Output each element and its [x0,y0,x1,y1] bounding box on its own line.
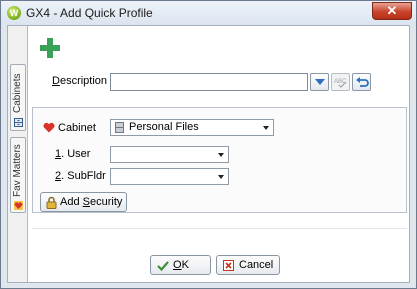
user-select[interactable] [110,146,229,163]
side-tab-strip: Cabinets Fav Matters [8,26,28,282]
ok-button[interactable]: OK [150,255,211,275]
chevron-down-icon[interactable] [215,170,227,183]
svg-text:ABC: ABC [334,79,347,85]
tab-fav-matters-label: Fav Matters [12,144,23,198]
subfldr-label: 2. SubFldr [55,170,106,182]
app-logo-icon: W [7,6,21,20]
user-label: 1. User [55,148,91,160]
cabinet-label: Cabinet [58,122,96,134]
heart-icon [14,201,23,210]
dialog-body: Cabinets Fav Matters Description ABC Cab… [7,25,410,283]
cabinet-icon [115,122,124,133]
add-security-button[interactable]: Add Security [40,192,127,212]
title-bar[interactable]: W GX4 - Add Quick Profile ✕ [1,1,416,25]
description-input[interactable] [110,73,308,91]
cabinet-select[interactable]: Personal Files [110,119,274,136]
description-label: Description [52,75,108,87]
add-security-label: Add Security [60,196,123,208]
cabinet-selected-value: Personal Files [129,121,199,133]
cancel-label: Cancel [239,259,274,271]
undo-button[interactable] [352,73,371,91]
chevron-down-icon[interactable] [260,121,272,134]
spell-check-icon: ABC [334,79,347,88]
cancel-icon [223,260,234,271]
tab-cabinets-label: Cabinets [12,73,23,113]
lock-icon [46,196,57,209]
divider [32,228,407,229]
cabinet-icon [14,118,23,127]
dialog-window: W GX4 - Add Quick Profile ✕ Cabinets Fav… [0,0,417,289]
chevron-down-icon [315,79,325,85]
checkmark-icon [157,261,169,271]
cancel-button[interactable]: Cancel [216,255,280,275]
close-button[interactable]: ✕ [372,2,412,20]
profile-group-box: Cabinet Personal Files 1. User 2. SubFld… [32,107,407,213]
add-profile-plus-icon[interactable] [40,38,60,58]
description-dropdown-button[interactable] [310,73,329,91]
undo-icon [356,77,369,87]
ok-label: OK [173,259,189,271]
chevron-down-icon[interactable] [215,148,227,161]
tab-cabinets[interactable]: Cabinets [10,64,26,131]
window-title: GX4 - Add Quick Profile [26,6,153,20]
subfldr-select[interactable] [110,168,229,185]
tab-fav-matters[interactable]: Fav Matters [10,137,26,213]
heart-icon [43,122,55,133]
spell-check-button[interactable]: ABC [331,73,350,91]
